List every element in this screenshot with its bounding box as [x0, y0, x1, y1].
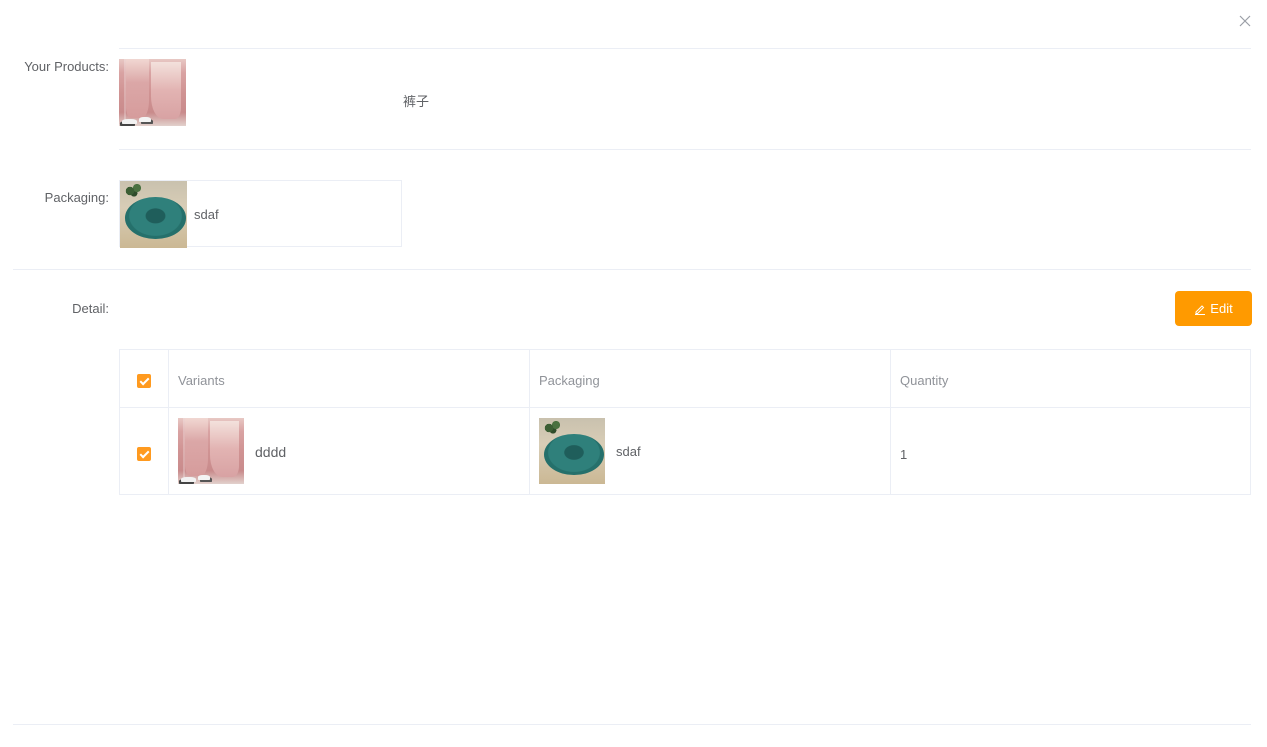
- header-quantity: Quantity: [900, 373, 949, 388]
- row-checkbox[interactable]: [137, 447, 151, 461]
- product-name: 裤子: [403, 94, 430, 109]
- packaging-image: [120, 181, 187, 248]
- divider-top: [119, 48, 1251, 49]
- header-packaging: Packaging: [539, 373, 600, 388]
- product-image: [119, 59, 186, 126]
- row-packaging-name: sdaf: [616, 444, 641, 459]
- close-icon[interactable]: [1238, 14, 1252, 28]
- divider-section: [13, 269, 1251, 270]
- packaging-name: sdaf: [194, 207, 219, 222]
- pencil-icon: [1195, 304, 1206, 315]
- row-packaging-image: [539, 418, 605, 484]
- detail-label: Detail:: [72, 301, 109, 316]
- divider-bottom: [13, 724, 1251, 725]
- packaging-label: Packaging:: [44, 190, 109, 205]
- edit-button[interactable]: Edit: [1175, 291, 1252, 326]
- header-variants: Variants: [178, 373, 225, 388]
- row-quantity: 1: [900, 447, 908, 462]
- products-label: Your Products:: [24, 59, 109, 74]
- variant-image: [178, 418, 244, 484]
- edit-button-label: Edit: [1210, 301, 1233, 316]
- divider-products: [119, 149, 1251, 150]
- select-all-checkbox[interactable]: [137, 374, 151, 388]
- detail-table: Variants Packaging Quantity dddd sdaf 1: [119, 349, 1251, 495]
- variant-name: dddd: [255, 444, 287, 460]
- packaging-card[interactable]: sdaf: [119, 180, 402, 248]
